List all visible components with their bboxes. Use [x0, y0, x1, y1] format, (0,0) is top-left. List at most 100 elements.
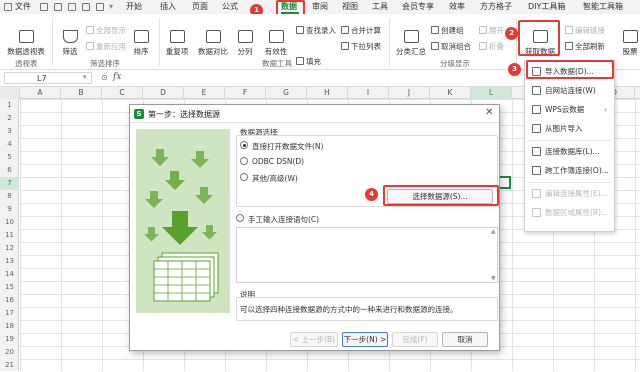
column-header[interactable]: C	[102, 87, 143, 99]
row-header[interactable]: 3	[0, 125, 19, 138]
dropdown-item[interactable]: 连接数据库(L)...	[529, 143, 611, 160]
dropdown-item[interactable]: 从图片导入	[529, 120, 611, 137]
validity-button[interactable]: 有效性	[260, 30, 292, 57]
row-header[interactable]: 21	[0, 359, 19, 372]
name-box[interactable]: L7 ▾	[4, 72, 92, 84]
row-header[interactable]: 5	[0, 151, 19, 164]
more-icon[interactable]: ▾	[109, 1, 113, 13]
tab-smart[interactable]: 智能工具箱	[583, 1, 623, 13]
dropdown-item[interactable]: WPS云数据 ›	[529, 101, 611, 118]
column-header[interactable]: B	[61, 87, 102, 99]
column-header[interactable]: L	[471, 87, 512, 99]
row-header[interactable]: 17	[0, 307, 19, 320]
column-header[interactable]: A	[20, 87, 61, 99]
row-header[interactable]: 2	[0, 112, 19, 125]
tab-diy[interactable]: DIY工具箱	[528, 1, 565, 13]
dropdown-list-button[interactable]: 下拉列表	[341, 41, 381, 52]
sql-textarea[interactable]: ▲ ▼	[236, 227, 498, 283]
radio-current-file[interactable]	[240, 141, 248, 149]
row-header[interactable]: 18	[0, 320, 19, 333]
split-button[interactable]: 分列	[233, 30, 257, 57]
tab-review[interactable]: 审阅	[312, 1, 328, 13]
prev-button[interactable]: < 上一步(B)	[290, 332, 338, 347]
cancel-button[interactable]: 取消	[442, 332, 488, 347]
fx-icon[interactable]: fx	[113, 72, 121, 82]
row-header[interactable]: 11	[0, 229, 19, 242]
create-group-button[interactable]: 创建组	[431, 25, 464, 36]
row-header[interactable]: 1	[0, 99, 19, 112]
row-header[interactable]: 12	[0, 242, 19, 255]
row-header[interactable]: 19	[0, 333, 19, 346]
preview-icon[interactable]	[68, 3, 76, 11]
radio-other[interactable]	[240, 173, 248, 181]
row-header[interactable]: 20	[0, 346, 19, 359]
filter-button[interactable]: 筛选	[57, 30, 83, 57]
stocks-button[interactable]: 股票	[620, 30, 640, 57]
expand-button[interactable]: 展开	[479, 25, 504, 36]
column-header[interactable]: F	[225, 87, 266, 99]
reapply-button[interactable]: 重新应用	[86, 41, 126, 52]
tab-insert[interactable]: 插入	[160, 1, 176, 13]
zoom-icon[interactable]: ⊙	[101, 73, 108, 82]
tab-formula[interactable]: 公式	[222, 1, 238, 13]
menu-file[interactable]: 文件	[15, 1, 31, 13]
row-header[interactable]: 6	[0, 164, 19, 177]
duplicates-button[interactable]: 重复项	[162, 30, 192, 57]
label-odbc[interactable]: ODBC DSN(D)	[252, 157, 304, 166]
pivot-table-button[interactable]: 数据透视表	[6, 30, 46, 57]
radio-odbc[interactable]	[240, 157, 248, 165]
consolidate-button[interactable]: 合并计算	[341, 25, 381, 36]
row-header[interactable]: 9	[0, 203, 19, 216]
row-header[interactable]: 16	[0, 294, 19, 307]
column-header[interactable]: G	[266, 87, 307, 99]
column-header[interactable]: J	[389, 87, 430, 99]
column-header[interactable]: I	[348, 87, 389, 99]
radio-manual-sql[interactable]	[236, 214, 244, 222]
dropdown-item[interactable]: 编辑连接属性(E)...	[529, 185, 611, 202]
collapse-button[interactable]: 折叠	[479, 41, 504, 52]
row-header[interactable]: 4	[0, 138, 19, 151]
tab-tools[interactable]: 工具	[372, 1, 388, 13]
tab-home[interactable]: 开始	[126, 1, 142, 13]
row-header[interactable]: 7	[0, 177, 19, 190]
scroll-up-icon[interactable]: ▲	[491, 228, 496, 235]
compare-button[interactable]: 数据对比	[196, 30, 230, 57]
scroll-down-icon[interactable]: ▼	[491, 275, 496, 282]
next-button[interactable]: 下一步(N) >	[342, 332, 388, 347]
dropdown-item[interactable]: 自网站连接(W)	[529, 82, 611, 99]
tab-view[interactable]: 视图	[342, 1, 358, 13]
print-icon[interactable]	[54, 3, 62, 11]
column-header[interactable]: E	[184, 87, 225, 99]
label-current-file[interactable]: 直接打开数据文件(N)	[252, 141, 323, 152]
row-header[interactable]: 14	[0, 268, 19, 281]
redo-icon[interactable]	[96, 3, 104, 11]
close-icon[interactable]: ✕	[485, 107, 493, 118]
sort-button[interactable]: 排序	[128, 30, 154, 57]
subtotal-button[interactable]: 分类汇总	[394, 30, 428, 57]
hamburger-icon[interactable]	[4, 3, 12, 11]
select-all-corner[interactable]	[0, 87, 20, 99]
fill-button[interactable]: 填充	[296, 56, 321, 67]
edit-links-button[interactable]: 编辑链接	[565, 25, 605, 36]
label-other[interactable]: 其他/高级(W)	[252, 173, 298, 184]
save-icon[interactable]	[40, 3, 48, 11]
column-header[interactable]: K	[430, 87, 471, 99]
row-header[interactable]: 8	[0, 190, 19, 203]
tab-fangfang[interactable]: 方方格子	[480, 1, 512, 13]
column-header[interactable]: D	[143, 87, 184, 99]
row-header[interactable]: 13	[0, 255, 19, 268]
ungroup-button[interactable]: 取消组合	[431, 41, 471, 52]
tab-efficiency[interactable]: 效率	[449, 1, 465, 13]
lookup-entry-button[interactable]: 查找录入	[296, 25, 336, 36]
dropdown-item[interactable]: 数据区域属性(R)...	[529, 204, 611, 221]
tab-member[interactable]: 会员专享	[402, 1, 434, 13]
undo-icon[interactable]	[82, 3, 90, 11]
show-all-button[interactable]: 全部显示	[86, 25, 126, 36]
row-header[interactable]: 15	[0, 281, 19, 294]
column-header[interactable]: H	[307, 87, 348, 99]
row-header[interactable]: 10	[0, 216, 19, 229]
refresh-all-button[interactable]: 全部刷新	[565, 41, 605, 52]
dropdown-item[interactable]: 跨工作簿连接(O)...	[529, 162, 611, 179]
finish-button[interactable]: 完成(F)	[392, 332, 438, 347]
label-manual-sql[interactable]: 手工输入连接语句(C)	[248, 214, 319, 225]
